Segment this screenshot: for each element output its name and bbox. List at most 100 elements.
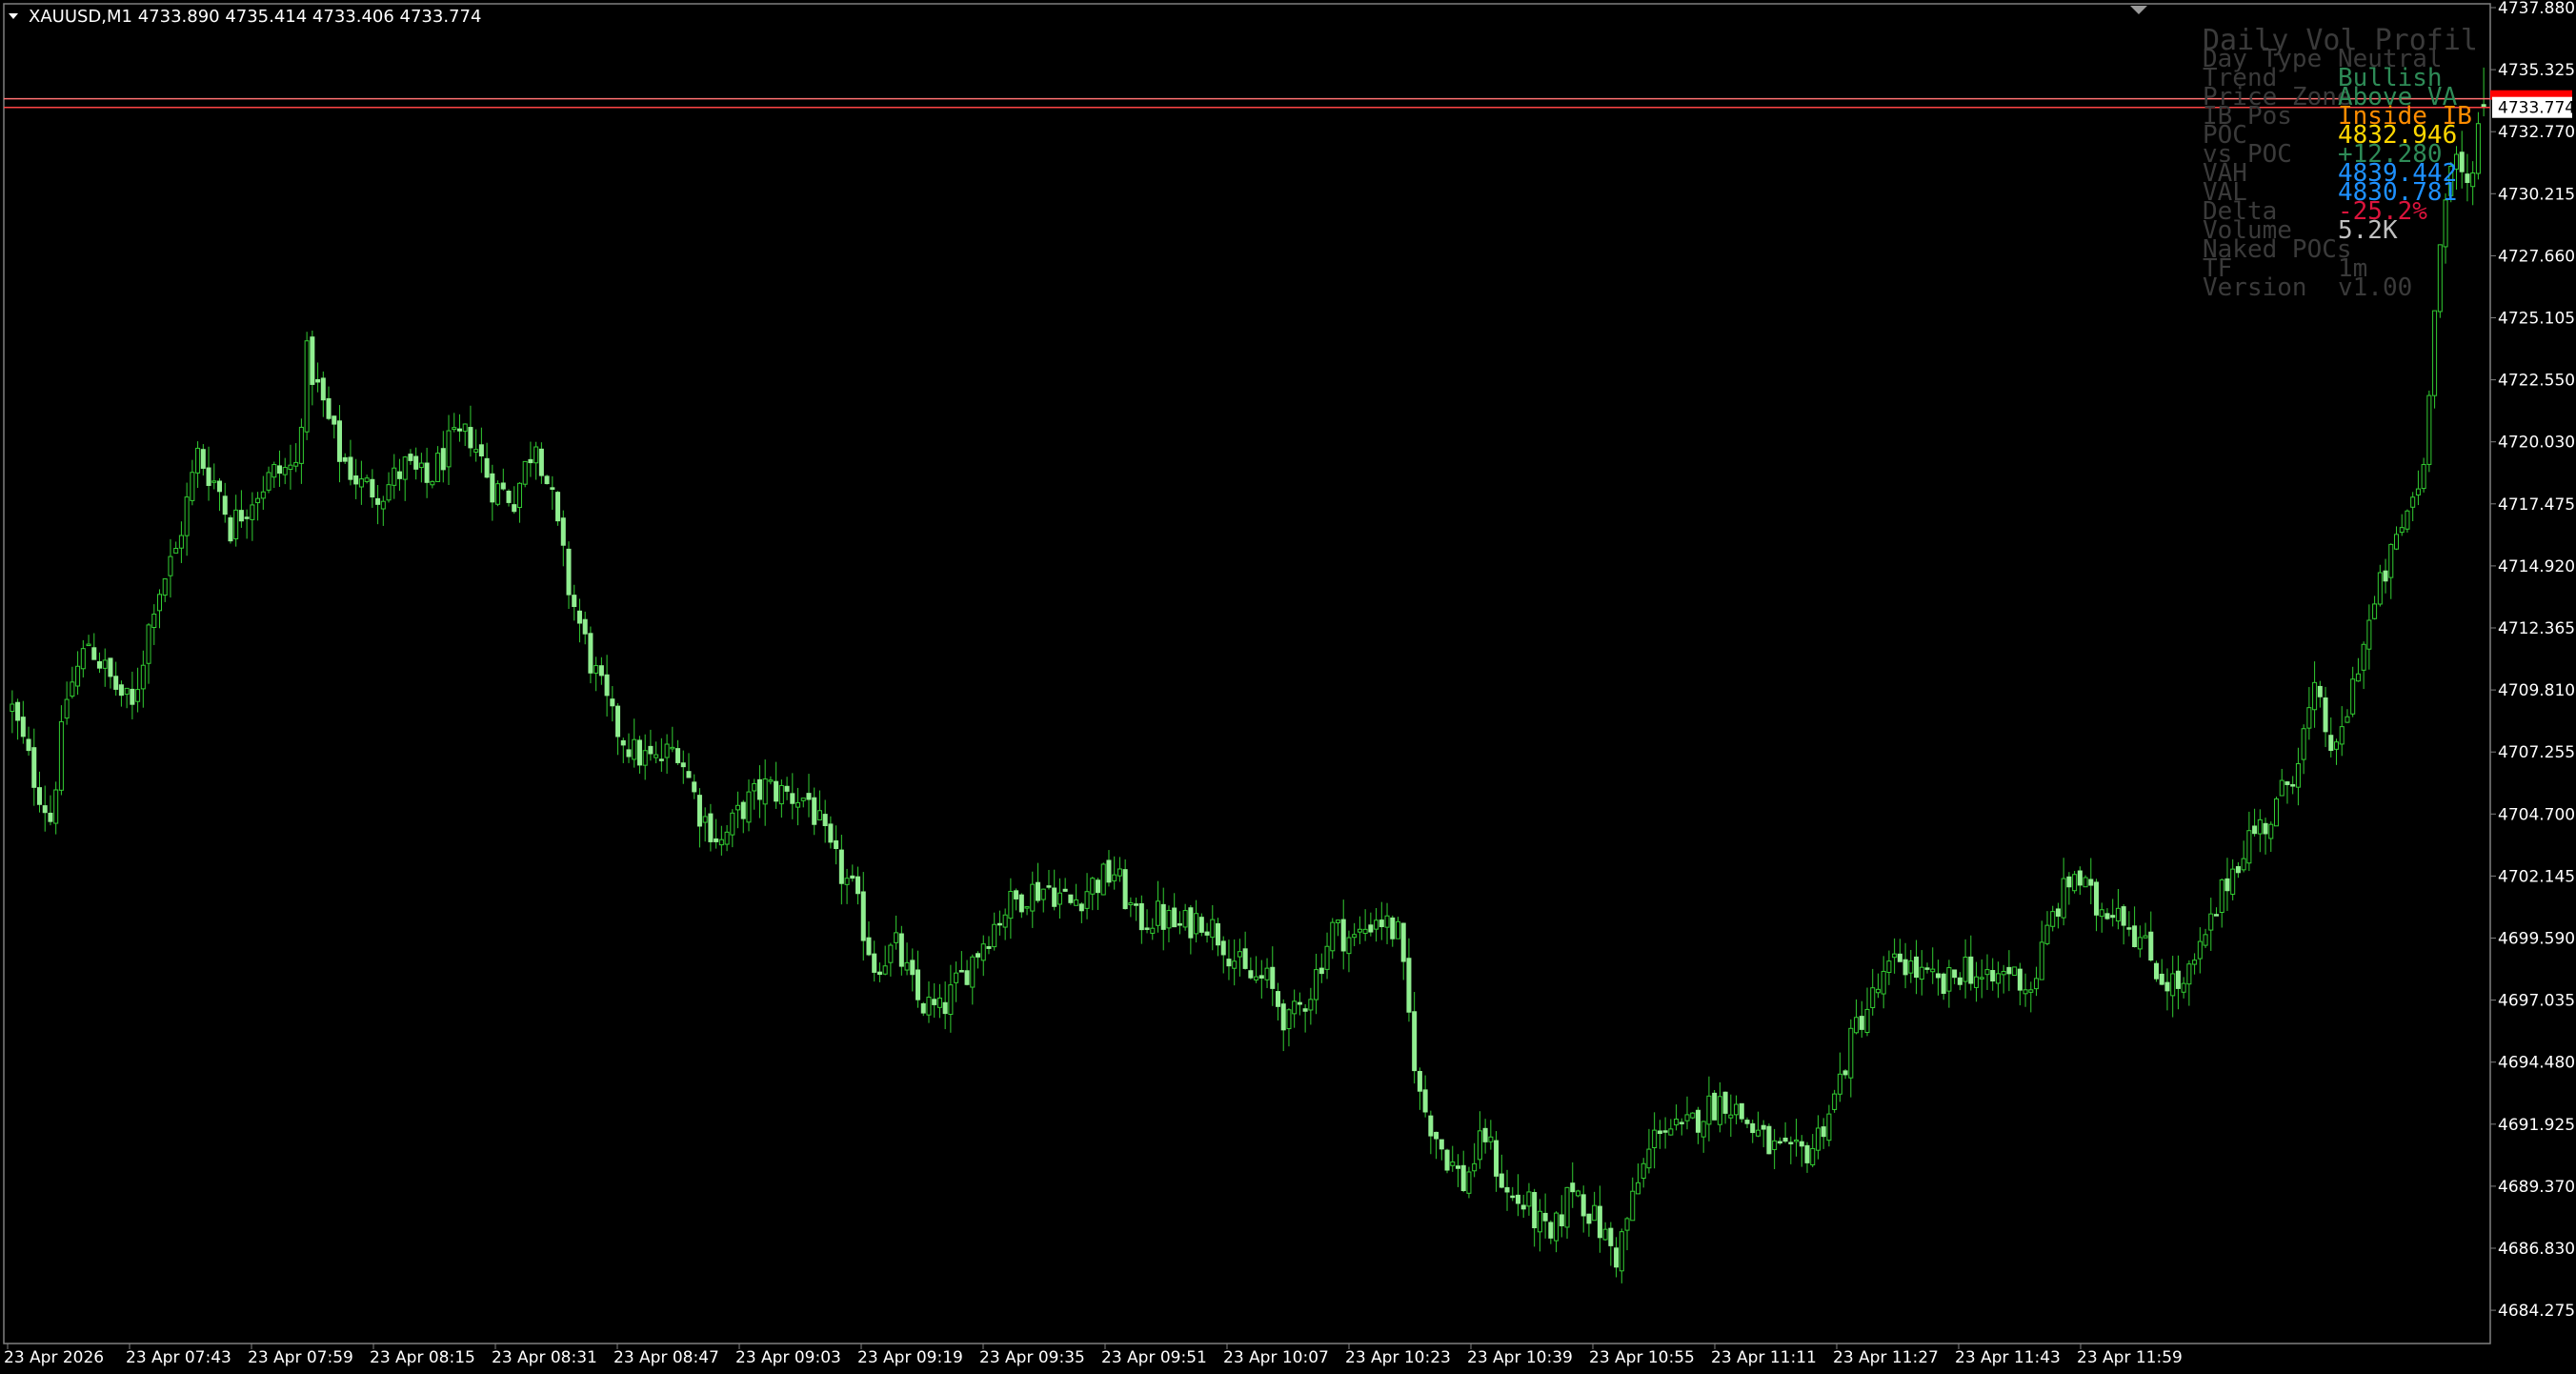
- candle-body: [2372, 603, 2378, 619]
- candle-body: [2126, 927, 2132, 930]
- candle-body: [1455, 1165, 1460, 1169]
- candle-body: [1324, 945, 1330, 970]
- candle-body: [620, 739, 626, 746]
- candle-body: [1794, 1139, 1800, 1142]
- candle-body: [916, 969, 921, 1000]
- candle-body: [293, 461, 299, 467]
- candle-body: [2274, 798, 2280, 827]
- candle-body: [495, 483, 501, 505]
- candle-body: [1204, 931, 1210, 936]
- candle-body: [342, 456, 348, 462]
- candle-body: [604, 674, 610, 697]
- candle-body: [1712, 1092, 1718, 1121]
- candle-body: [2279, 779, 2284, 797]
- candle-body: [2159, 973, 2164, 985]
- candle-body: [1881, 970, 1886, 995]
- candle-body: [64, 698, 70, 719]
- candle-body: [2334, 741, 2340, 750]
- candle-body: [118, 684, 124, 697]
- candle-body: [708, 813, 714, 842]
- y-tick-label: 4686.830: [2498, 1240, 2575, 1259]
- x-tick-label: 23 Apr 09:35: [979, 1348, 1085, 1367]
- y-tick-label: 4727.660: [2498, 247, 2575, 266]
- x-tick-label: 23 Apr 10:07: [1223, 1348, 1329, 1367]
- candle-body: [1924, 967, 1930, 970]
- candle-body: [2284, 781, 2290, 785]
- candle-body: [1128, 902, 1134, 906]
- candle-body: [2339, 726, 2345, 745]
- candle-body: [1608, 1227, 1614, 1246]
- candle-body: [1297, 1001, 1302, 1005]
- candle-body: [2421, 464, 2426, 490]
- candle-body: [2350, 678, 2356, 715]
- candle-body: [2383, 570, 2388, 582]
- candle-body: [2137, 937, 2143, 950]
- candle-body: [298, 426, 304, 464]
- candle-body: [1597, 1205, 1602, 1239]
- candle-body: [2094, 881, 2100, 916]
- candle-body: [828, 823, 834, 843]
- candle-body: [1242, 948, 1248, 969]
- candle-body: [238, 510, 244, 522]
- candle-body: [1520, 1204, 1526, 1210]
- candle-body: [2023, 989, 2028, 995]
- candle-body: [1755, 1129, 1761, 1137]
- candle-body: [1717, 1096, 1722, 1125]
- candle-body: [1510, 1195, 1516, 1199]
- candle-body: [1679, 1121, 1684, 1124]
- candle-body: [2164, 981, 2170, 992]
- candle-body: [2050, 911, 2056, 927]
- candle-body: [1308, 999, 1314, 1011]
- candle-body: [2388, 543, 2394, 578]
- y-tick-label: 4699.590: [2498, 930, 2575, 949]
- candle-body: [1074, 899, 1079, 906]
- candle-body: [424, 462, 430, 483]
- y-tick-label: 4737.880: [2498, 0, 2575, 18]
- candle-body: [954, 972, 959, 983]
- candle-body: [774, 780, 779, 802]
- x-tick-label: 23 Apr 09:51: [1101, 1348, 1207, 1367]
- candle-body: [320, 377, 326, 401]
- candle-body: [1859, 1016, 1864, 1030]
- candle-body: [446, 430, 452, 468]
- candle-body: [478, 444, 484, 456]
- candle-body: [1979, 977, 1984, 980]
- candle-body: [2170, 973, 2176, 997]
- candle-body: [1226, 959, 1232, 967]
- candle-body: [418, 462, 424, 469]
- candle-body: [730, 812, 735, 836]
- candle-body: [784, 785, 790, 792]
- candle-body: [2219, 879, 2224, 913]
- candle-body: [2083, 877, 2088, 888]
- candle-body: [124, 687, 130, 696]
- candle-body: [1575, 1190, 1580, 1197]
- candle-body: [1144, 927, 1150, 930]
- candle-body: [80, 648, 86, 670]
- candle-body: [2263, 822, 2268, 835]
- candle-body: [1030, 883, 1036, 912]
- candle-body: [2055, 908, 2061, 917]
- candle-body: [696, 795, 702, 827]
- x-tick-label: 23 Apr 07:43: [126, 1348, 231, 1367]
- candle-body: [91, 647, 97, 660]
- candle-body: [2355, 673, 2361, 682]
- candle-body: [36, 787, 43, 805]
- candle-body: [326, 397, 332, 419]
- candle-body: [1040, 888, 1046, 900]
- candle-body: [1832, 1093, 1838, 1110]
- y-tick-label: 4707.255: [2498, 743, 2575, 762]
- candle-body: [402, 456, 408, 480]
- candle-body: [2006, 966, 2012, 975]
- candle-body: [1286, 1009, 1292, 1030]
- symbol-header[interactable]: XAUUSD,M1 4733.890 4735.414 4733.406 473…: [9, 7, 481, 27]
- candle-body: [1264, 967, 1270, 980]
- candle-body: [1875, 988, 1881, 994]
- candle-body: [1439, 1139, 1444, 1150]
- candle-body: [675, 748, 681, 763]
- candle-body: [1635, 1182, 1640, 1195]
- candle-body: [1046, 885, 1052, 888]
- candle-body: [1014, 890, 1019, 899]
- price-chart[interactable]: 4737.880 4735.325 4732.770 4730.215 4727.660…: [0, 0, 2576, 1374]
- candle-body: [2214, 914, 2220, 917]
- candle-body: [582, 618, 588, 635]
